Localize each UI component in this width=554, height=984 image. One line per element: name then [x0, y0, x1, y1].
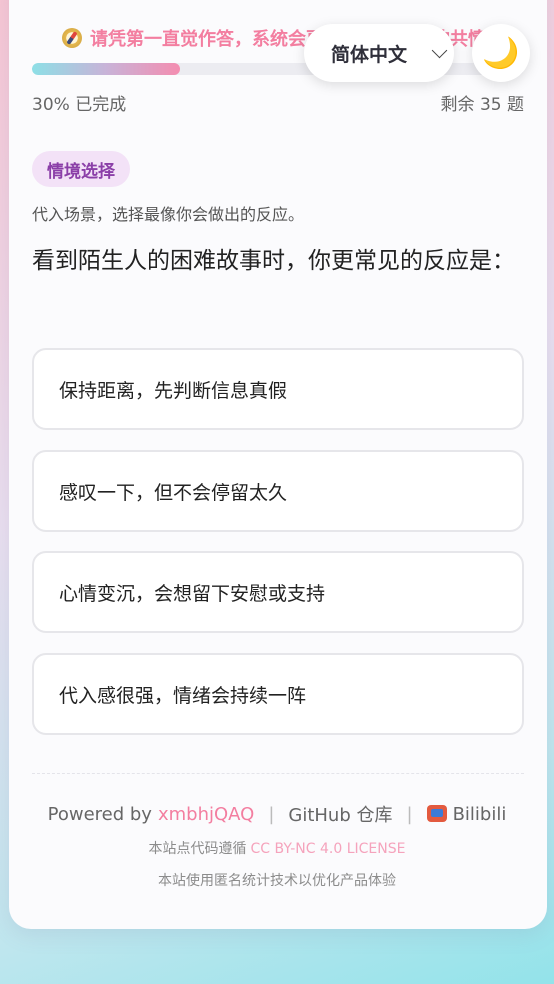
powered-by-text: Powered by [47, 803, 152, 825]
compass-icon [62, 28, 82, 48]
chevron-down-icon [431, 42, 448, 59]
progress-remaining-label: 剩余 35 题 [440, 95, 524, 115]
section-hint: 代入场景，选择最像你会做出的反应。 [32, 205, 305, 224]
bilibili-link[interactable]: Bilibili [426, 803, 507, 825]
section-tag: 情境选择 [32, 151, 130, 187]
footer-divider [32, 773, 524, 774]
progress-fill [32, 63, 180, 75]
license-line: 本站点代码遵循 CC BY-NC 4.0 LICENSE [0, 838, 554, 858]
answer-option[interactable]: 感叹一下，但不会停留太久 [32, 450, 524, 532]
footer-separator: | [406, 803, 413, 825]
progress-done-label: 30% 已完成 [32, 95, 127, 115]
analytics-notice: 本站使用匿名统计技术以优化产品体验 [158, 873, 396, 889]
answer-option-label: 代入感很强，情绪会持续一阵 [59, 684, 307, 707]
section-tag-label: 情境选择 [47, 161, 115, 182]
theme-toggle-button[interactable]: 🌙 [472, 24, 530, 82]
question-text: 看到陌生人的困难故事时，你更常见的反应是： [32, 248, 515, 274]
license-prefix: 本站点代码遵循 [148, 841, 247, 857]
language-selected-value: 简体中文 [331, 43, 408, 66]
author-link[interactable]: xmbhjQAQ [158, 804, 254, 825]
answer-option-label: 心情变沉，会想留下安慰或支持 [59, 582, 326, 605]
answer-option[interactable]: 保持距离，先判断信息真假 [32, 348, 524, 430]
language-select[interactable]: 简体中文 [304, 24, 454, 82]
tv-icon [426, 804, 447, 822]
moon-icon: 🌙 [482, 35, 520, 71]
answer-option-label: 感叹一下，但不会停留太久 [59, 481, 288, 504]
license-link[interactable]: CC BY-NC 4.0 LICENSE [251, 841, 406, 857]
footer-separator: | [268, 803, 275, 825]
github-link[interactable]: GitHub 仓库 [288, 801, 392, 827]
bilibili-label: Bilibili [452, 803, 507, 825]
footer-links: Powered by xmbhjQAQ | GitHub 仓库 | Bilibi… [0, 801, 554, 827]
answer-option[interactable]: 代入感很强，情绪会持续一阵 [32, 653, 524, 735]
answer-option[interactable]: 心情变沉，会想留下安慰或支持 [32, 551, 524, 633]
answer-option-label: 保持距离，先判断信息真假 [59, 379, 288, 402]
